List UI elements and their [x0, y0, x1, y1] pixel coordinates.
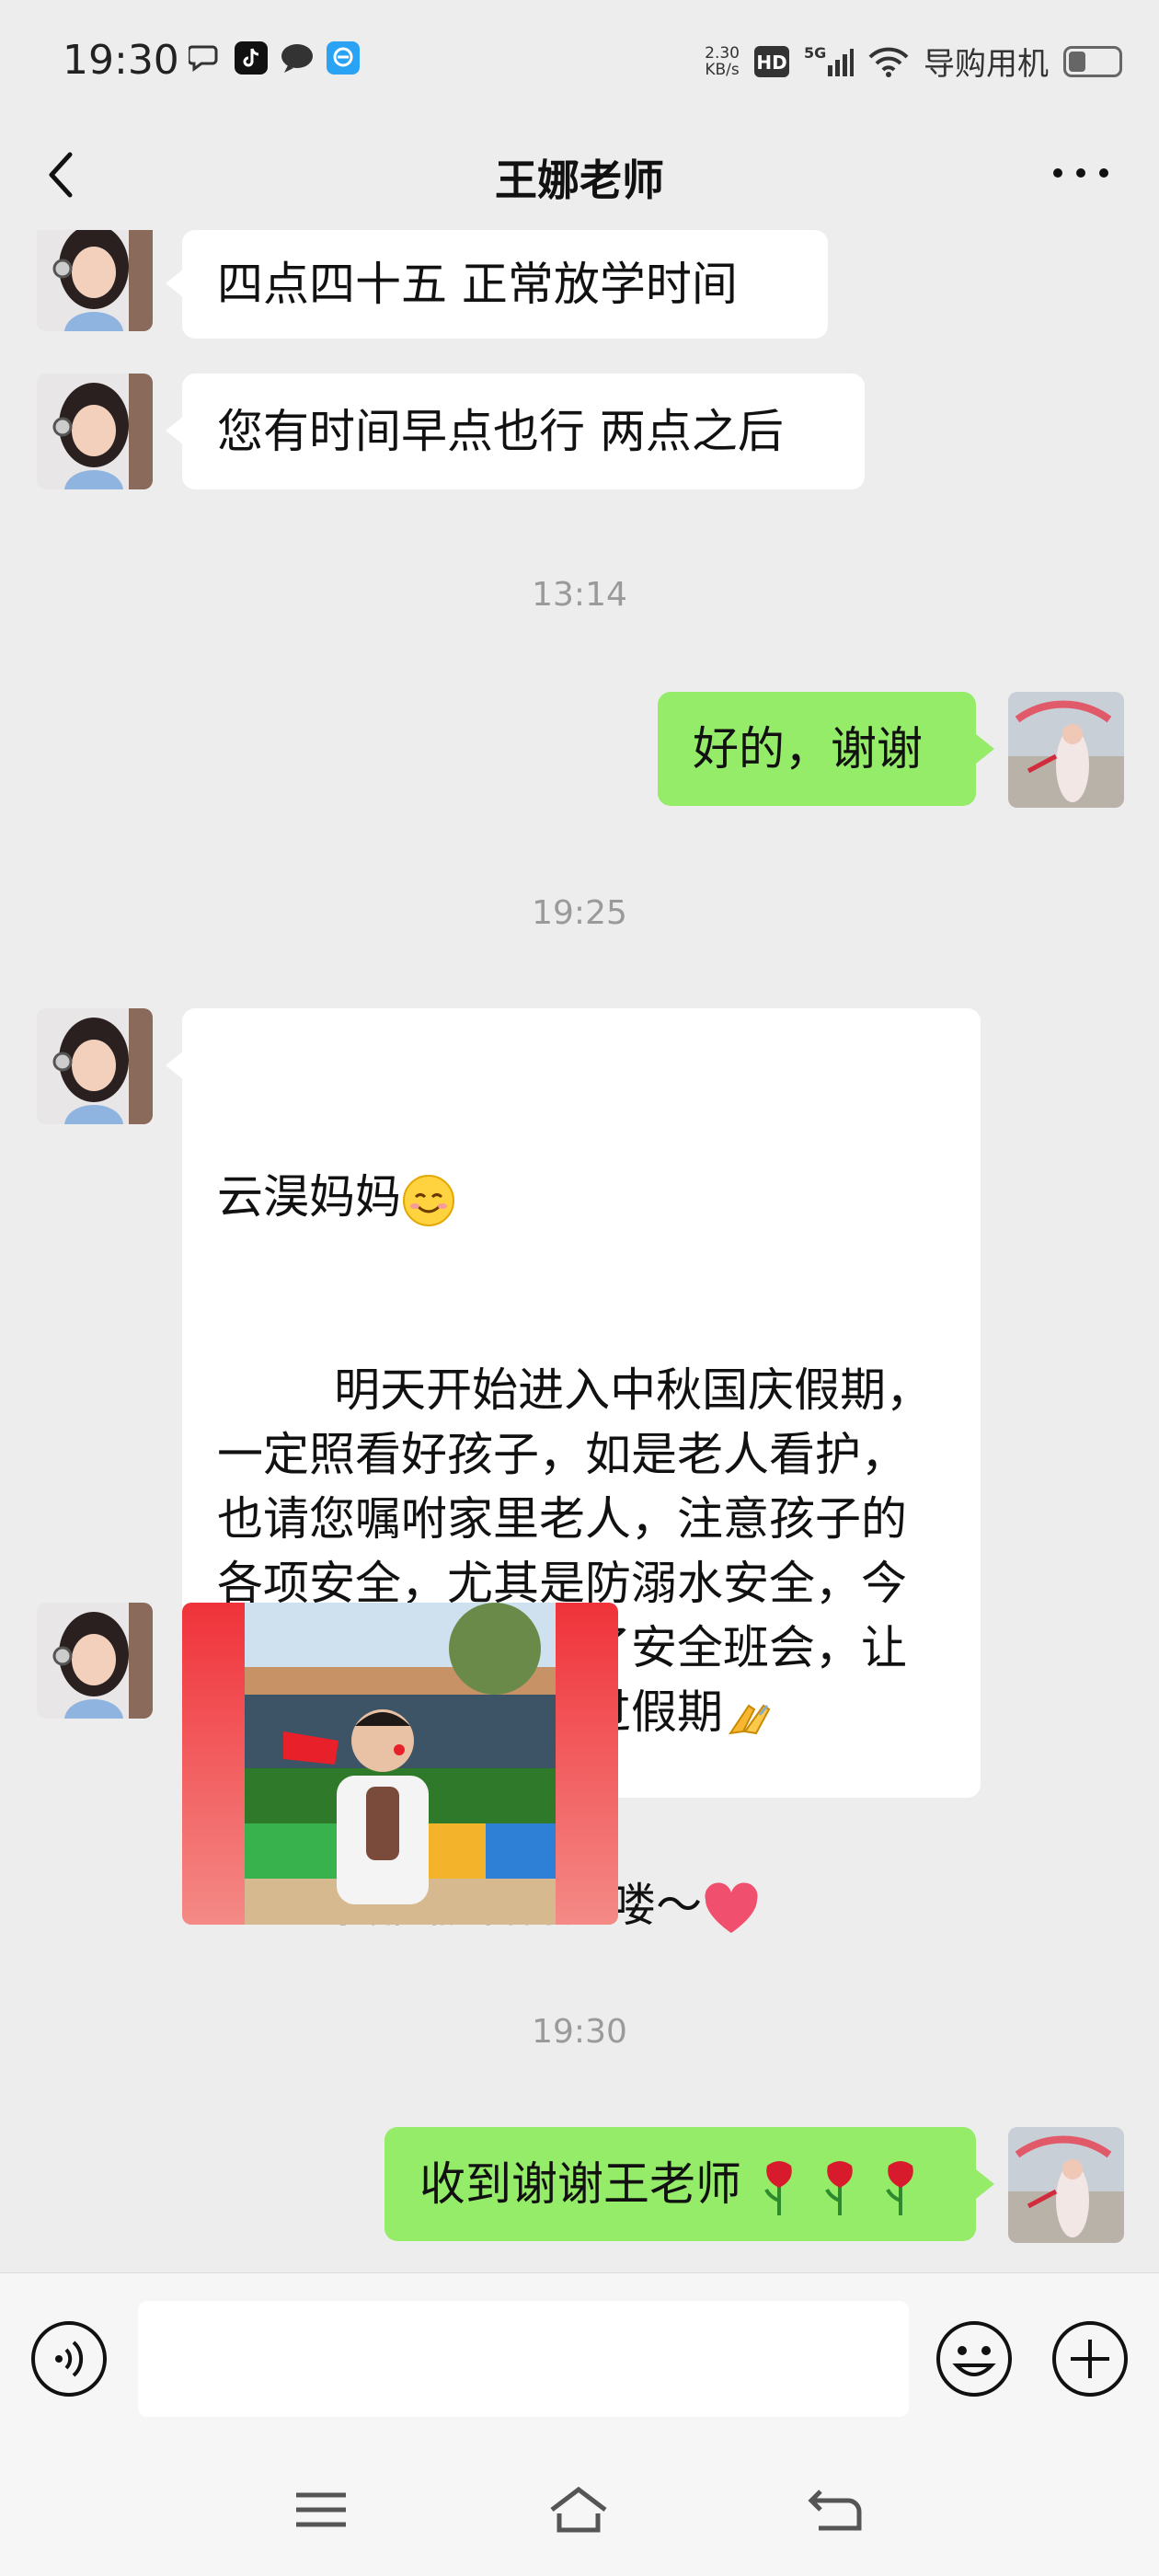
avatar-teacher[interactable] [37, 1603, 153, 1719]
rose-emoji-icon [885, 2160, 913, 2215]
voice-icon[interactable] [29, 2319, 109, 2398]
message-input[interactable] [138, 2301, 909, 2417]
bubble-tail [166, 1051, 184, 1080]
hd-icon: HD [754, 45, 789, 77]
bubble-tail [166, 416, 184, 445]
timestamp: 13:14 [532, 576, 627, 614]
message-bubble-incoming[interactable]: 您有时间早点也行 两点之后 [182, 374, 865, 489]
rose-emoji-icon [825, 2160, 853, 2215]
signal-5g-icon: 5G [804, 45, 854, 76]
plus-icon[interactable] [1050, 2319, 1130, 2398]
menu-icon[interactable] [289, 2482, 353, 2537]
tiktok-icon [235, 41, 268, 75]
emoji-icon[interactable] [935, 2319, 1014, 2398]
more-dots-icon[interactable] [1049, 155, 1113, 191]
battery-level [1069, 51, 1085, 72]
input-bar [0, 2272, 1159, 2448]
carrier-label: 导购用机 [924, 46, 1049, 83]
status-time: 19:30 [63, 37, 179, 84]
wifi-icon [868, 47, 909, 77]
network-speed: 2.30 KB/s [705, 45, 740, 78]
pray-emoji-icon [728, 1704, 771, 1734]
timestamp: 19:25 [532, 894, 627, 932]
message-text: 云淏妈妈 [217, 1170, 401, 1224]
message-bubble-incoming[interactable]: 四点四十五 正常放学时间 [182, 230, 828, 339]
status-right: 2.30 KB/s HD 5G 导购用机 [705, 39, 1122, 84]
message-text: 收到谢谢王老师 [419, 2157, 741, 2211]
status-bar: 19:30 2.30 KB/s HD 5G 导购用机 [0, 0, 1159, 120]
net-speed-value: 2.30 [705, 43, 740, 63]
svg-text:5G: 5G [804, 45, 826, 62]
bubble-tail [166, 269, 184, 298]
home-icon[interactable] [546, 2482, 611, 2537]
chat-title: 王娜老师 [495, 155, 664, 205]
browser-icon [327, 41, 360, 75]
bubble-tail [976, 2169, 994, 2199]
image-message[interactable] [182, 1603, 618, 1925]
net-speed-unit: KB/s [705, 60, 740, 79]
notification-icons [189, 41, 360, 75]
message-bubble-outgoing[interactable]: 收到谢谢王老师 [384, 2127, 976, 2241]
svg-text:HD: HD [756, 52, 786, 74]
heart-emoji-icon [705, 1881, 758, 1933]
avatar-self[interactable] [1008, 2127, 1124, 2243]
message-bubble-outgoing[interactable]: 好的，谢谢 [658, 692, 976, 806]
battery-icon [1063, 45, 1122, 77]
message-list[interactable]: 四点四十五 正常放学时间 您有时间早点也行 两点之后 13:14 好的，谢谢 1… [0, 230, 1159, 2272]
avatar-self[interactable] [1008, 692, 1124, 808]
back-icon[interactable] [804, 2482, 868, 2537]
avatar-teacher[interactable] [37, 230, 153, 331]
avatar-teacher[interactable] [37, 374, 153, 489]
system-navigation-bar [0, 2447, 1159, 2576]
message-line: 云淏妈妈 [217, 1165, 946, 1229]
message-icon [281, 44, 313, 73]
avatar-teacher[interactable] [37, 1008, 153, 1124]
chat-header: 王娜老师 [0, 120, 1159, 230]
photo-child-with-flag [182, 1603, 618, 1925]
chat-bubble-icon [189, 45, 218, 72]
bubble-tail [976, 734, 994, 764]
timestamp: 19:30 [532, 2013, 627, 2051]
rose-emoji-icon [764, 2160, 792, 2215]
smile-emoji-icon [403, 1174, 454, 1226]
